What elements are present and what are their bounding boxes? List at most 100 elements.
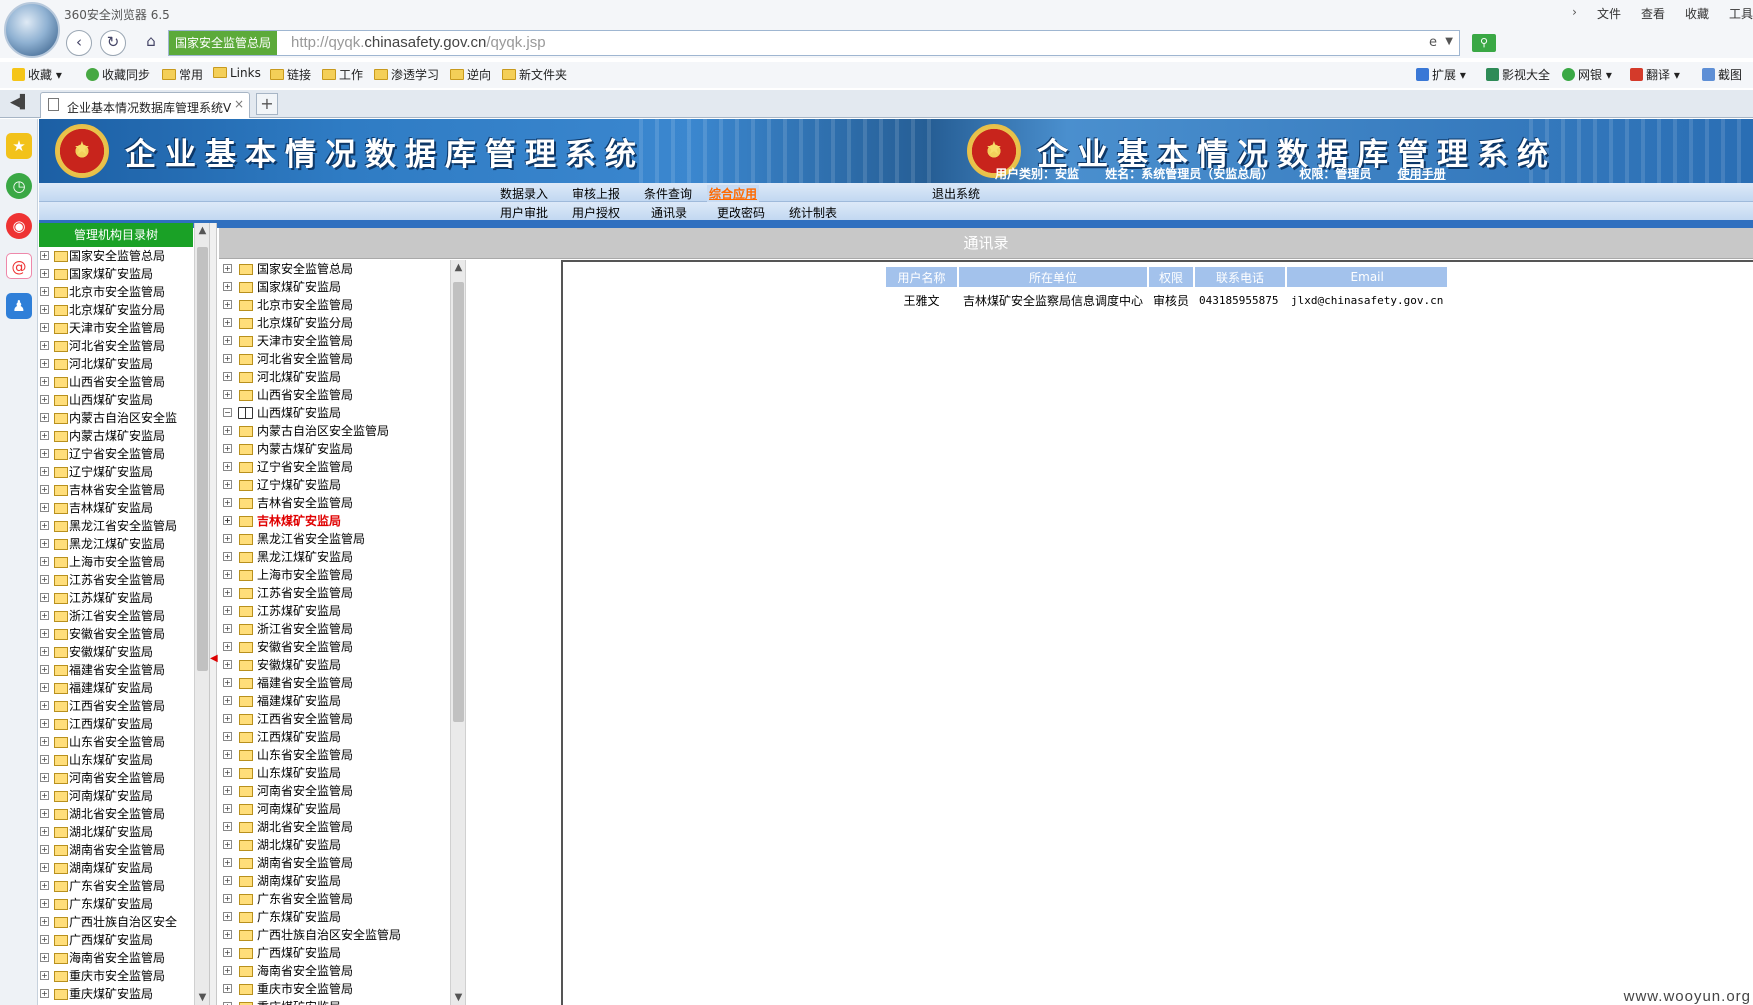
tree-item[interactable]: + 广东省安全监管局 — [39, 877, 193, 895]
tree-item[interactable]: + 浙江省安全监管局 — [222, 620, 434, 638]
expand-icon[interactable]: + — [223, 318, 232, 327]
panel-splitter[interactable]: ◀ — [209, 223, 218, 1005]
tree-item[interactable]: + 山东煤矿安监局 — [39, 751, 193, 769]
expand-icon[interactable]: + — [40, 809, 49, 818]
expand-icon[interactable]: + — [40, 431, 49, 440]
menu-view[interactable]: 查看 — [1641, 5, 1665, 22]
bookmark-folder-link[interactable]: 链接 — [270, 66, 311, 83]
tree-item[interactable]: + 湖北省安全监管局 — [39, 805, 193, 823]
tree-item[interactable]: + 河南煤矿安监局 — [39, 787, 193, 805]
tree-item[interactable]: + 福建煤矿安监局 — [39, 679, 193, 697]
expand-icon[interactable]: + — [40, 467, 49, 476]
tree-item[interactable]: + 广东省安全监管局 — [222, 890, 434, 908]
expand-icon[interactable]: + — [40, 899, 49, 908]
scroll-down-icon[interactable]: ▼ — [195, 992, 210, 1003]
expand-icon[interactable]: + — [40, 557, 49, 566]
tree-item[interactable]: + 湖北煤矿安监局 — [222, 836, 434, 854]
expand-icon[interactable]: + — [40, 611, 49, 620]
tree-item[interactable]: + 安徽省安全监管局 — [39, 625, 193, 643]
expand-icon[interactable]: + — [40, 737, 49, 746]
menu-review-report[interactable]: 审核上报 — [572, 185, 620, 202]
tree-item[interactable]: + 黑龙江煤矿安监局 — [222, 548, 434, 566]
tree-item[interactable]: +重庆煤矿安监局 — [39, 985, 193, 1003]
mail-icon[interactable]: @ — [6, 253, 32, 279]
tree-item[interactable]: + 江西煤矿安监局 — [222, 728, 434, 746]
scroll-up-icon[interactable]: ▲ — [195, 225, 210, 236]
tree-item[interactable]: + 浙江省安全监管局 — [39, 607, 193, 625]
tree-item[interactable]: + 黑龙江煤矿安监局 — [39, 535, 193, 553]
org-tree-scrollbar[interactable]: ▲ ▼ — [194, 223, 209, 1005]
tree-item[interactable]: + 河南省安全监管局 — [39, 769, 193, 787]
tree-item[interactable]: + 安徽省安全监管局 — [222, 638, 434, 656]
tree-item[interactable]: + 山西省安全监管局 — [222, 386, 434, 404]
tree-item[interactable]: + 湖北省安全监管局 — [222, 818, 434, 836]
expand-icon[interactable]: + — [223, 894, 232, 903]
extensions-button[interactable]: 扩展 ▾ — [1416, 66, 1466, 83]
scrollbar-thumb[interactable] — [197, 247, 208, 671]
tree-item[interactable]: + 上海市安全监管局 — [39, 553, 193, 571]
bookmark-sync[interactable]: 收藏同步 — [86, 66, 150, 83]
tree-item[interactable]: + 河南省安全监管局 — [222, 782, 434, 800]
tree-item[interactable]: + 北京市安全监管局 — [39, 283, 193, 301]
expand-icon[interactable]: + — [223, 984, 232, 993]
expand-icon[interactable]: + — [223, 660, 232, 669]
tree-item[interactable]: + 国家安全监管总局 — [39, 247, 193, 265]
refresh-icon[interactable]: ↻ — [100, 30, 126, 56]
expand-icon[interactable]: + — [40, 935, 49, 944]
expand-icon[interactable]: + — [40, 503, 49, 512]
tree-item[interactable]: + 内蒙古煤矿安监局 — [222, 440, 434, 458]
tree-item[interactable]: + 黑龙江省安全监管局 — [222, 530, 434, 548]
tree-item[interactable]: + 内蒙古自治区安全监 — [39, 409, 193, 427]
expand-icon[interactable]: + — [40, 323, 49, 332]
scroll-down-icon[interactable]: ▼ — [451, 992, 466, 1003]
menu-integrated-app[interactable]: 综合应用 — [707, 185, 760, 202]
tree-item[interactable]: + 上海市安全监管局 — [222, 566, 434, 584]
tab-active[interactable]: 企业基本情况数据库管理系统V × — [40, 92, 250, 118]
expand-icon[interactable]: + — [223, 624, 232, 633]
expand-icon[interactable]: + — [223, 282, 232, 291]
expand-icon[interactable]: + — [223, 552, 232, 561]
expand-icon[interactable]: + — [223, 444, 232, 453]
expand-icon[interactable]: + — [223, 390, 232, 399]
expand-icon[interactable]: + — [40, 701, 49, 710]
tree-item[interactable]: + 河南煤矿安监局 — [222, 800, 434, 818]
expand-icon[interactable]: + — [223, 912, 232, 921]
tree-item[interactable]: + 广西煤矿安监局 — [39, 931, 193, 949]
tree-item[interactable]: + 北京煤矿安监分局 — [222, 314, 434, 332]
expand-icon[interactable]: + — [40, 305, 49, 314]
menu-data-entry[interactable]: 数据录入 — [500, 185, 548, 202]
expand-icon[interactable]: + — [223, 588, 232, 597]
expand-icon[interactable]: + — [223, 876, 232, 885]
tree-item[interactable]: + 安徽煤矿安监局 — [39, 643, 193, 661]
weibo-icon[interactable]: ◉ — [6, 213, 32, 239]
browser-logo-icon[interactable] — [4, 2, 60, 58]
tree-item[interactable]: + 辽宁省安全监管局 — [222, 458, 434, 476]
expand-icon[interactable]: + — [223, 804, 232, 813]
scroll-up-icon[interactable]: ▲ — [451, 262, 466, 273]
expand-icon[interactable]: + — [223, 768, 232, 777]
tree-item[interactable]: + 北京煤矿安监分局 — [39, 301, 193, 319]
expand-icon[interactable]: + — [223, 948, 232, 957]
expand-icon[interactable]: + — [223, 264, 232, 273]
expand-icon[interactable]: + — [223, 786, 232, 795]
expand-icon[interactable]: + — [223, 732, 232, 741]
tree-item[interactable]: + 江苏省安全监管局 — [222, 584, 434, 602]
tree-item[interactable]: + 海南省安全监管局 — [39, 949, 193, 967]
tree-item[interactable]: + 湖北煤矿安监局 — [39, 823, 193, 841]
tree-item[interactable]: + 福建省安全监管局 — [39, 661, 193, 679]
tree-item[interactable]: + 福建省安全监管局 — [222, 674, 434, 692]
tree-item[interactable]: +重庆煤矿安监局 — [222, 998, 434, 1005]
expand-icon[interactable]: + — [40, 971, 49, 980]
tree-item[interactable]: + 国家煤矿安监局 — [222, 278, 434, 296]
expand-icon[interactable]: + — [40, 521, 49, 530]
expand-icon[interactable]: + — [223, 372, 232, 381]
clock-icon[interactable]: ◷ — [6, 173, 32, 199]
expand-icon[interactable]: + — [40, 395, 49, 404]
scrollbar-thumb[interactable] — [453, 282, 464, 722]
search-icon[interactable]: ⚲ — [1472, 34, 1496, 52]
expand-icon[interactable]: + — [223, 714, 232, 723]
expand-icon[interactable]: + — [40, 539, 49, 548]
tree-item[interactable]: + 国家煤矿安监局 — [39, 265, 193, 283]
expand-icon[interactable]: + — [40, 953, 49, 962]
expand-icon[interactable]: + — [223, 696, 232, 705]
